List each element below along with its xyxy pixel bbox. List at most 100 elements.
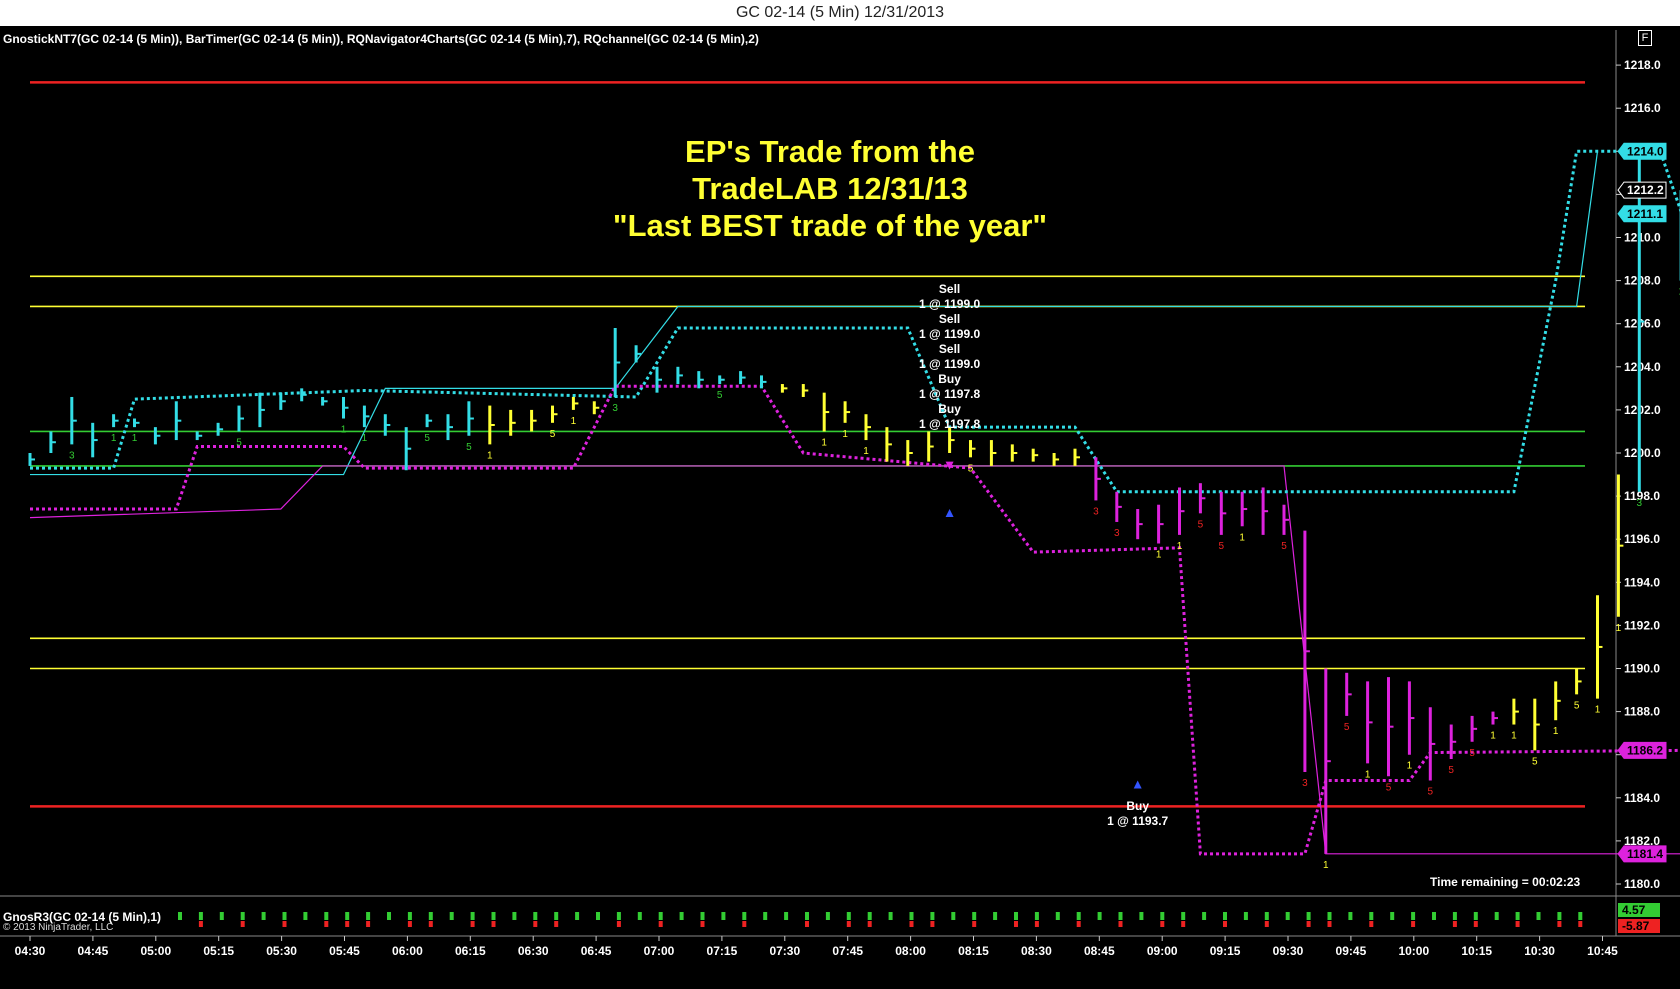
osc-down-bar bbox=[1160, 921, 1165, 927]
bar-count-label: 3 bbox=[69, 450, 75, 461]
price-flag-label: 1211.1 bbox=[1627, 207, 1663, 221]
osc-up-bar bbox=[428, 912, 433, 920]
y-tick-label: 1210.0 bbox=[1624, 231, 1661, 245]
osc-up-bar bbox=[846, 912, 851, 920]
osc-down-bar bbox=[1557, 921, 1562, 927]
osc-up-bar bbox=[658, 912, 663, 920]
osc-up-bar bbox=[1348, 912, 1353, 920]
trade-side-label: Buy bbox=[938, 372, 961, 386]
osc-up-bar bbox=[951, 912, 956, 920]
bar-count-label: 1 bbox=[1490, 731, 1496, 742]
trade-price-label: 1 @ 1199.0 bbox=[919, 297, 980, 311]
osc-up-bar bbox=[1264, 912, 1269, 920]
osc-down-bar bbox=[533, 921, 538, 927]
price-flag-label: 1214.0 bbox=[1627, 144, 1664, 158]
osc-up-bar bbox=[1160, 912, 1165, 920]
x-tick-label: 10:45 bbox=[1587, 944, 1618, 958]
x-tick-label: 06:00 bbox=[392, 944, 423, 958]
osc-up-bar bbox=[1327, 912, 1332, 920]
osc-flag-label: 4.57 bbox=[1622, 903, 1646, 917]
x-tick-label: 05:45 bbox=[329, 944, 360, 958]
y-tick-label: 1208.0 bbox=[1624, 274, 1661, 288]
bar-count-label: 5 bbox=[236, 437, 242, 448]
osc-up-bar bbox=[512, 912, 517, 920]
osc-up-bar bbox=[1536, 912, 1541, 920]
price-flag-label: 1181.4 bbox=[1627, 847, 1663, 861]
bar-count-label: 5 bbox=[1428, 787, 1434, 798]
y-tick-label: 1188.0 bbox=[1624, 705, 1660, 719]
bar-count-label: 5 bbox=[1448, 765, 1454, 776]
buy-arrow-icon bbox=[945, 509, 954, 518]
bar-count-label: 5 bbox=[1574, 700, 1580, 711]
osc-up-bar bbox=[805, 912, 809, 920]
osc-up-bar bbox=[1076, 912, 1081, 920]
osc-down-bar bbox=[1369, 921, 1374, 927]
bar-count-label: 5 bbox=[1532, 756, 1538, 767]
trade-side-label: Sell bbox=[939, 342, 960, 356]
y-tick-label: 1206.0 bbox=[1624, 317, 1661, 331]
trade-price-label: 1 @ 1199.0 bbox=[919, 357, 980, 371]
osc-down-bar bbox=[972, 921, 977, 927]
osc-down-bar bbox=[282, 921, 287, 927]
annotation-line-1: EP's Trade from the bbox=[685, 134, 975, 169]
osc-up-bar bbox=[930, 912, 935, 920]
osc-up-bar bbox=[867, 912, 872, 920]
osc-up-bar bbox=[596, 912, 600, 920]
osc-up-bar bbox=[1557, 912, 1562, 920]
osc-down-bar bbox=[554, 921, 559, 927]
osc-up-bar bbox=[324, 912, 329, 920]
osc-up-bar bbox=[1097, 912, 1102, 920]
trade-price-label: 1 @ 1199.0 bbox=[919, 327, 980, 341]
y-tick-label: 1192.0 bbox=[1624, 618, 1660, 632]
osc-down-bar bbox=[700, 921, 705, 927]
osc-up-bar bbox=[1452, 912, 1457, 920]
osc-flag-label: -5.87 bbox=[1622, 919, 1650, 933]
osc-up-bar bbox=[219, 912, 224, 920]
x-tick-label: 09:30 bbox=[1273, 944, 1304, 958]
osc-down-bar bbox=[1181, 921, 1186, 927]
osc-down-bar bbox=[805, 921, 809, 927]
osc-up-bar bbox=[1515, 912, 1520, 920]
bar-count-label: 5 bbox=[717, 390, 723, 401]
osc-down-bar bbox=[742, 921, 747, 927]
x-tick-label: 09:45 bbox=[1336, 944, 1367, 958]
x-tick-label: 05:15 bbox=[203, 944, 234, 958]
osc-up-bar bbox=[1494, 912, 1499, 920]
bar-count-label: 1 bbox=[111, 433, 117, 444]
osc-down-bar bbox=[470, 921, 475, 927]
osc-down-bar bbox=[198, 921, 203, 927]
bar-count-label: 1 bbox=[341, 425, 347, 436]
osc-up-bar bbox=[1034, 912, 1039, 920]
x-tick-label: 07:30 bbox=[769, 944, 800, 958]
bar-count-label: 5 bbox=[968, 463, 974, 474]
osc-down-bar bbox=[1223, 921, 1227, 927]
x-tick-label: 05:00 bbox=[140, 944, 171, 958]
y-tick-label: 1194.0 bbox=[1624, 575, 1660, 589]
osc-up-bar bbox=[700, 912, 705, 920]
x-tick-label: 10:30 bbox=[1524, 944, 1555, 958]
x-tick-label: 07:15 bbox=[707, 944, 738, 958]
osc-up-bar bbox=[763, 912, 768, 920]
x-tick-label: 10:00 bbox=[1398, 944, 1429, 958]
y-tick-label: 1216.0 bbox=[1624, 101, 1661, 115]
x-tick-label: 08:15 bbox=[958, 944, 989, 958]
osc-down-bar bbox=[846, 921, 851, 927]
y-tick-label: 1190.0 bbox=[1624, 662, 1660, 676]
y-tick-label: 1196.0 bbox=[1624, 532, 1660, 546]
osc-up-bar bbox=[1055, 912, 1060, 920]
osc-up-bar bbox=[554, 912, 559, 920]
bar-count-label: 5 bbox=[1198, 519, 1204, 530]
bar-count-label: 3 bbox=[1093, 506, 1099, 517]
x-tick-label: 05:30 bbox=[266, 944, 297, 958]
bar-count-label: 5 bbox=[1386, 782, 1392, 793]
osc-down-bar bbox=[1014, 921, 1018, 927]
copyright: © 2013 NinjaTrader, LLC bbox=[3, 922, 114, 933]
osc-up-bar bbox=[909, 912, 914, 920]
price-flag-label: 1212.2 bbox=[1627, 183, 1664, 197]
y-tick-label: 1198.0 bbox=[1624, 489, 1660, 503]
bar-count-label: 5 bbox=[1281, 541, 1287, 552]
bar-count-label: 1 bbox=[1156, 550, 1162, 561]
osc-down-bar bbox=[407, 921, 412, 927]
x-tick-label: 04:30 bbox=[15, 944, 46, 958]
osc-up-bar bbox=[679, 912, 684, 920]
